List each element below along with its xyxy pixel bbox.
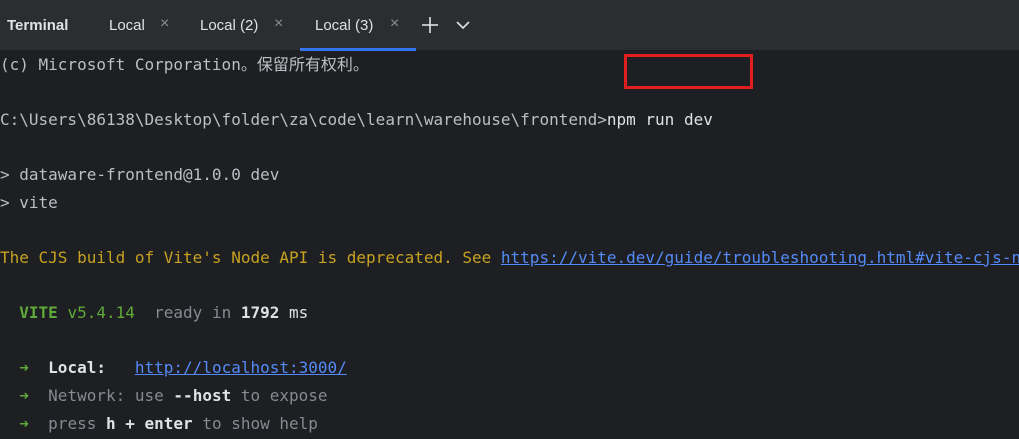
press-key: h + enter [105,414,193,433]
command-text: npm run dev [606,110,713,129]
warning-link[interactable]: https://vite.dev/guide/troubleshooting.h… [501,248,1019,267]
close-icon[interactable]: × [274,15,283,33]
network-label: Network: [48,386,126,405]
copyright-line: (c) Microsoft Corporation。保留所有权利。 [0,55,369,74]
local-url-link[interactable]: http://localhost:3000/ [135,358,347,377]
tab-label: Local (3) [315,17,374,34]
script-line-1: > dataware-frontend@1.0.0 dev [0,165,280,184]
arrow-icon: ➜ [19,386,29,405]
script-line-2: > vite [0,193,58,212]
network-tail: to expose [240,386,328,405]
tab-local[interactable]: Local × [100,0,188,51]
chevron-down-icon[interactable] [452,12,474,38]
ms-unit: ms [289,303,309,322]
press-tail: to show help [202,414,318,433]
tool-window-title: Terminal [7,17,69,34]
terminal-tabbar: Terminal Local × Local (2) × Local (3) × [0,0,1019,51]
vite-status-line: VITE v5.4.14 ready in 1792 ms [0,302,308,324]
warning-line: The CJS build of Vite's Node API is depr… [0,247,1019,269]
close-icon[interactable]: × [160,15,169,33]
tab-label: Local (2) [200,17,259,34]
ready-ms: 1792 [240,303,280,322]
warning-text: The CJS build of Vite's Node API is depr… [0,248,501,267]
tab-local-2[interactable]: Local (2) × [188,0,300,51]
vite-name: VITE [19,303,58,322]
ready-text: ready in [154,303,232,322]
close-icon[interactable]: × [390,15,399,33]
prompt-path: C:\Users\86138\Desktop\folder\za\code\le… [0,110,607,129]
local-url-line: ➜ Local: http://localhost:3000/ [0,357,347,379]
help-line: ➜ press h + enter to show help [0,413,318,435]
vite-version: v5.4.14 [67,303,135,322]
arrow-icon: ➜ [19,414,29,433]
network-flag: --host [173,386,232,405]
network-line: ➜ Network: use --host to expose [0,385,328,407]
arrow-icon: ➜ [19,358,29,377]
network-use: use [134,386,164,405]
prompt-line: C:\Users\86138\Desktop\folder\za\code\le… [0,109,713,131]
tab-local-3[interactable]: Local (3) × [300,0,416,51]
press-text: press [48,414,97,433]
tab-label: Local [109,17,145,34]
local-label: Local: [48,358,106,377]
terminal-output[interactable]: (c) Microsoft Corporation。保留所有权利。 C:\Use… [0,51,1019,439]
plus-icon[interactable] [419,12,441,38]
